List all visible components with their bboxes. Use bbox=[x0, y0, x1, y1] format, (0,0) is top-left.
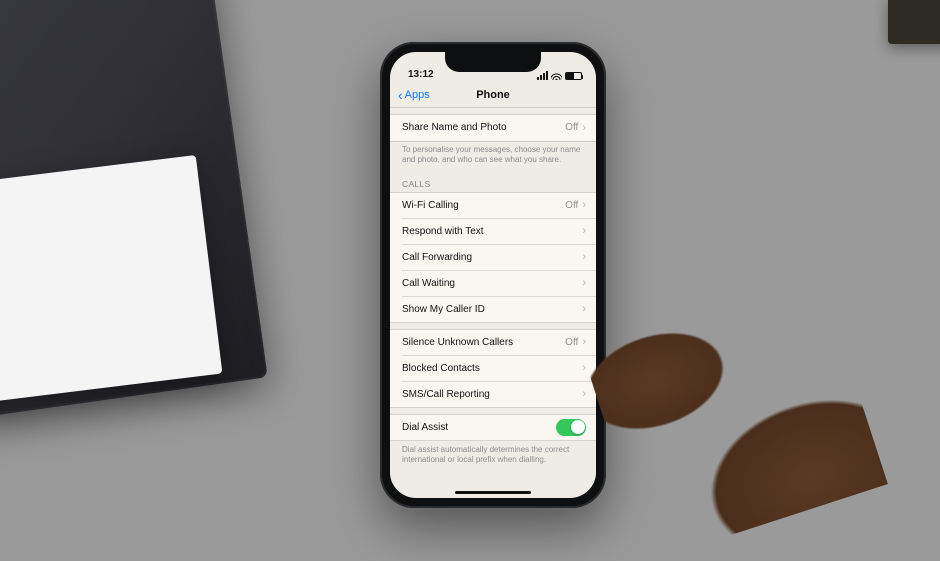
dial-assist-group: Dial Assist Dial assist automatically de… bbox=[390, 414, 596, 468]
chevron-right-icon: › bbox=[582, 277, 586, 289]
respond-with-text-cell[interactable]: Respond with Text › bbox=[390, 218, 596, 244]
cell-label: Wi-Fi Calling bbox=[402, 200, 565, 211]
dial-assist-toggle[interactable] bbox=[556, 419, 586, 436]
share-group: Share Name and Photo Off › To personalis… bbox=[390, 114, 596, 168]
wifi-icon bbox=[551, 72, 562, 80]
silence-unknown-cell[interactable]: Silence Unknown Callers Off › bbox=[390, 329, 596, 355]
dial-assist-cell[interactable]: Dial Assist bbox=[390, 414, 596, 440]
silence-group: Silence Unknown Callers Off › Blocked Co… bbox=[390, 329, 596, 408]
chevron-left-icon: ‹ bbox=[398, 88, 403, 102]
cell-label: Respond with Text bbox=[402, 226, 582, 237]
nav-bar: ‹ Apps Phone bbox=[390, 82, 596, 108]
cell-value: Off bbox=[565, 122, 578, 133]
back-label: Apps bbox=[405, 89, 430, 101]
cell-label: Call Forwarding bbox=[402, 252, 582, 263]
cell-label: Call Waiting bbox=[402, 278, 582, 289]
page-title: Phone bbox=[476, 89, 510, 101]
calls-group: Calls Wi-Fi Calling Off › Respond with T… bbox=[390, 174, 596, 323]
group-footer: To personalise your messages, choose you… bbox=[390, 141, 596, 168]
cell-label: Show My Caller ID bbox=[402, 304, 582, 315]
sms-call-reporting-cell[interactable]: SMS/Call Reporting › bbox=[390, 381, 596, 407]
cell-value: Off bbox=[565, 200, 578, 211]
chevron-right-icon: › bbox=[582, 122, 586, 134]
settings-list[interactable]: Share Name and Photo Off › To personalis… bbox=[390, 108, 596, 484]
chevron-right-icon: › bbox=[582, 251, 586, 263]
call-waiting-cell[interactable]: Call Waiting › bbox=[390, 270, 596, 296]
corner-object bbox=[888, 0, 940, 44]
status-time: 13:12 bbox=[408, 69, 434, 80]
iphone-device: 13:12 ‹ Apps Phone Share Name and Photo bbox=[380, 42, 606, 508]
share-name-photo-cell[interactable]: Share Name and Photo Off › bbox=[390, 115, 596, 141]
cell-value: Off bbox=[565, 337, 578, 348]
phone-screen: 13:12 ‹ Apps Phone Share Name and Photo bbox=[390, 52, 596, 498]
back-button[interactable]: ‹ Apps bbox=[398, 88, 430, 102]
cell-label: Share Name and Photo bbox=[402, 122, 565, 133]
cell-label: SMS/Call Reporting bbox=[402, 389, 582, 400]
cell-label: Blocked Contacts bbox=[402, 363, 582, 374]
group-header: Calls bbox=[390, 174, 596, 192]
chevron-right-icon: › bbox=[582, 362, 586, 374]
chevron-right-icon: › bbox=[582, 388, 586, 400]
group-footer: Dial assist automatically determines the… bbox=[390, 441, 596, 468]
battery-icon bbox=[565, 72, 582, 80]
cell-label: Silence Unknown Callers bbox=[402, 337, 565, 348]
chevron-right-icon: › bbox=[582, 225, 586, 237]
blocked-contacts-cell[interactable]: Blocked Contacts › bbox=[390, 355, 596, 381]
chevron-right-icon: › bbox=[582, 199, 586, 211]
home-indicator[interactable] bbox=[455, 491, 531, 495]
call-forwarding-cell[interactable]: Call Forwarding › bbox=[390, 244, 596, 270]
iphone-box-side: iPhone bbox=[0, 155, 222, 405]
chevron-right-icon: › bbox=[582, 336, 586, 348]
show-caller-id-cell[interactable]: Show My Caller ID › bbox=[390, 296, 596, 322]
status-icons bbox=[537, 71, 582, 80]
hand-photo bbox=[560, 248, 940, 528]
cellular-icon bbox=[537, 71, 548, 80]
wifi-calling-cell[interactable]: Wi-Fi Calling Off › bbox=[390, 192, 596, 218]
cell-label: Dial Assist bbox=[402, 422, 556, 433]
notch bbox=[445, 52, 541, 72]
chevron-right-icon: › bbox=[582, 303, 586, 315]
